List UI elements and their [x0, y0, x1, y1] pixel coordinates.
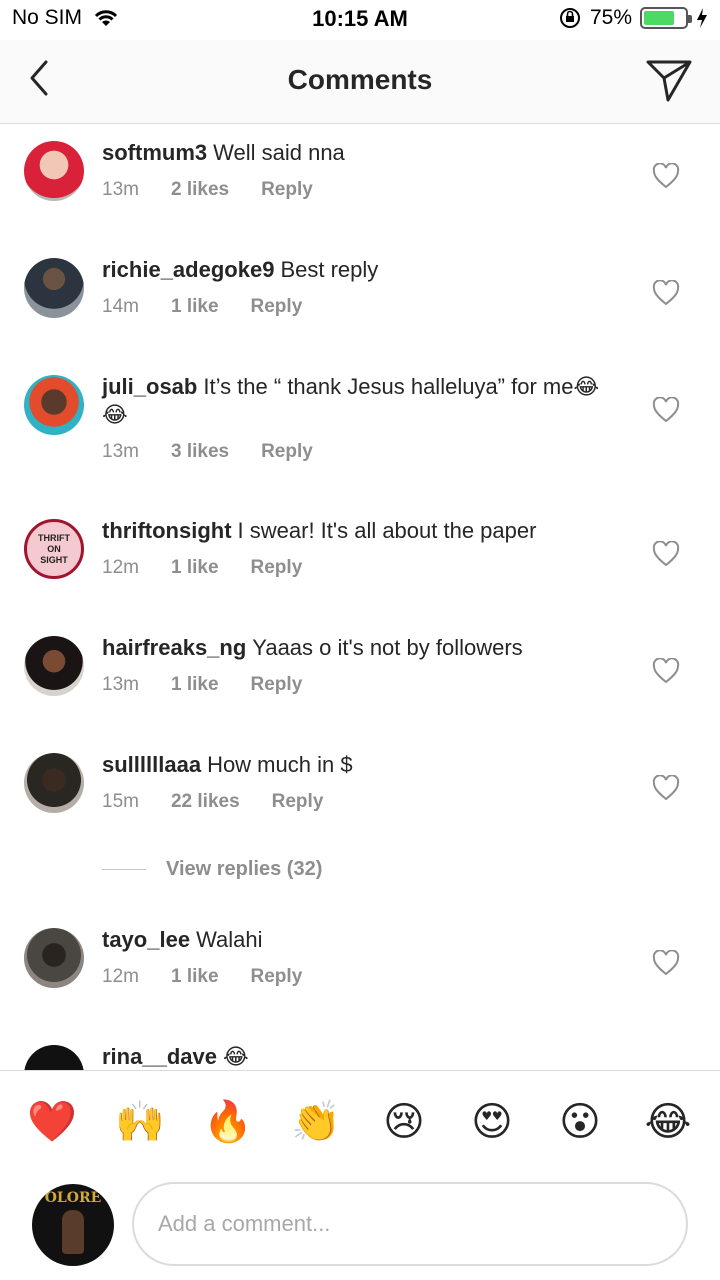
comment-time: 15m: [102, 791, 139, 812]
charging-icon: [697, 8, 707, 28]
comment-username[interactable]: rina__dave: [102, 1044, 217, 1069]
comment-time: 13m: [102, 441, 139, 462]
heart-icon[interactable]: [652, 541, 680, 567]
heart-icon[interactable]: [652, 950, 680, 976]
comment-time: 14m: [102, 296, 139, 317]
emoji-fire-button[interactable]: 🔥: [203, 1097, 253, 1147]
emoji-clapping-button[interactable]: 👏: [291, 1097, 341, 1147]
comment-text: Well said nna: [213, 140, 345, 165]
heart-icon[interactable]: [652, 163, 680, 189]
comment-text: How much in $: [207, 752, 353, 777]
reply-button[interactable]: Reply: [251, 296, 303, 318]
view-replies-button[interactable]: View replies (32): [102, 858, 322, 881]
avatar[interactable]: THRIFT ON SIGHT: [24, 519, 84, 579]
comment-likes[interactable]: 1 like: [171, 966, 219, 988]
avatar[interactable]: [24, 141, 84, 201]
reply-button[interactable]: Reply: [272, 791, 324, 813]
reply-button[interactable]: Reply: [251, 674, 303, 696]
heart-icon[interactable]: [652, 775, 680, 801]
heart-icon[interactable]: [652, 397, 680, 423]
emoji-surprised-button[interactable]: 😮: [555, 1097, 605, 1147]
comment-time: 13m: [102, 674, 139, 695]
comment-likes[interactable]: 2 likes: [171, 179, 229, 201]
emoji-raised-hands-button[interactable]: 🙌: [115, 1097, 165, 1147]
avatar[interactable]: [24, 636, 84, 696]
page-title: Comments: [287, 64, 433, 95]
my-avatar[interactable]: OLORE: [32, 1184, 114, 1266]
comment-username[interactable]: juli_osab: [102, 374, 197, 399]
comment-text: 😂: [222, 1044, 249, 1069]
comment-composer: OLORE: [0, 1176, 720, 1280]
comments-list: softmum3 Well said nna 13m 2 likes Reply …: [0, 125, 720, 1070]
battery-icon: [640, 7, 692, 29]
emoji-red-heart-button[interactable]: ❤️: [27, 1097, 77, 1147]
replies-divider: [102, 869, 146, 870]
comment-username[interactable]: richie_adegoke9: [102, 257, 274, 282]
comment-text: I swear! It's all about the paper: [237, 518, 537, 543]
comment-username[interactable]: hairfreaks_ng: [102, 635, 246, 660]
header: Comments: [0, 40, 720, 124]
comment-time: 12m: [102, 557, 139, 578]
emoji-tears-of-joy-button[interactable]: 😂: [643, 1097, 693, 1147]
heart-icon[interactable]: [652, 280, 680, 306]
battery-percent: 75%: [589, 6, 632, 29]
comment-likes[interactable]: 1 like: [171, 296, 219, 318]
reply-button[interactable]: Reply: [251, 966, 303, 988]
comment-text: Best reply: [280, 257, 379, 282]
comment-text: Walahi: [196, 927, 263, 952]
comment-likes[interactable]: 1 like: [171, 674, 219, 696]
comment-username[interactable]: softmum3: [102, 140, 207, 165]
avatar[interactable]: [24, 375, 84, 435]
comment-username[interactable]: thriftonsight: [102, 518, 232, 543]
comment-username[interactable]: sullllllaaa: [102, 752, 201, 777]
comment-time: 13m: [102, 179, 139, 200]
reply-button[interactable]: Reply: [261, 441, 313, 463]
comment-username[interactable]: tayo_lee: [102, 927, 190, 952]
avatar[interactable]: [24, 258, 84, 318]
reply-button[interactable]: Reply: [251, 557, 303, 579]
view-replies-label: View replies (32): [166, 858, 323, 880]
avatar-logo-text: OLORE: [44, 1190, 102, 1206]
heart-icon[interactable]: [652, 658, 680, 684]
status-right: 75%: [558, 6, 708, 30]
avatar[interactable]: [24, 753, 84, 813]
avatar-logo-text: THRIFT ON SIGHT: [38, 532, 70, 565]
avatar[interactable]: [24, 1045, 84, 1070]
orientation-lock-icon: [559, 8, 580, 28]
paper-plane-icon[interactable]: [644, 54, 694, 104]
reply-button[interactable]: Reply: [261, 179, 313, 201]
comment-likes[interactable]: 3 likes: [171, 441, 229, 463]
comment-text: Yaaas o it's not by followers: [252, 635, 523, 660]
emoji-heart-eyes-button[interactable]: 😍: [467, 1097, 517, 1147]
comment-time: 12m: [102, 966, 139, 987]
status-bar: No SIM 10:15 AM 75%: [0, 0, 720, 40]
comment-likes[interactable]: 22 likes: [171, 791, 240, 813]
comment-likes[interactable]: 1 like: [171, 557, 219, 579]
comment-input[interactable]: [132, 1182, 688, 1266]
avatar[interactable]: [24, 928, 84, 988]
emoji-crying-button[interactable]: 😢: [379, 1097, 429, 1147]
emoji-bar: ❤️ 🙌 🔥 👏 😢 😍 😮 😂: [0, 1070, 720, 1176]
